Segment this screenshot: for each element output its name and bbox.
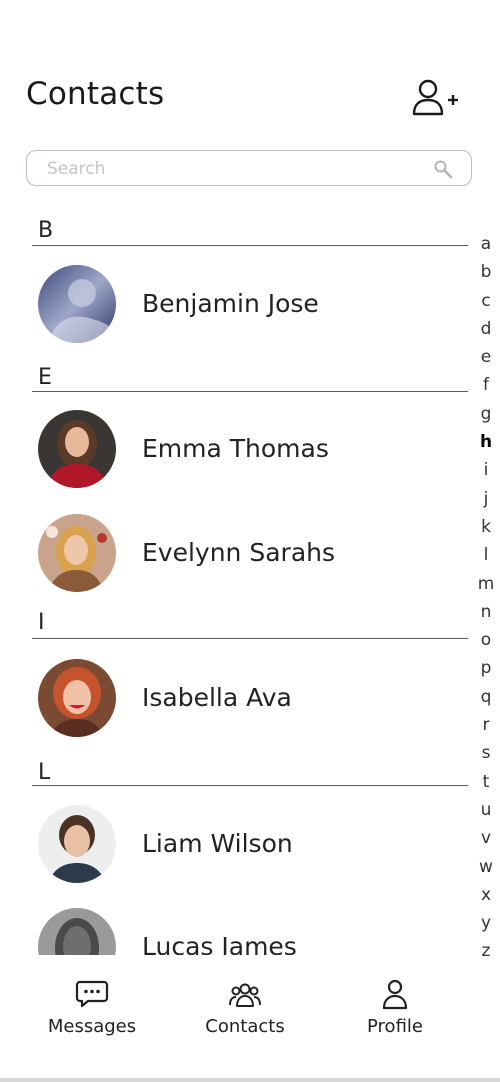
section-header-i: I [38,610,45,635]
index-letter-u[interactable]: u [472,796,500,824]
contact-list: B Benjamin Jose E Emma Thomas Evelynn Sa… [0,200,470,955]
index-letter-s[interactable]: s [472,739,500,767]
contact-row-emma-thomas[interactable]: Emma Thomas [0,410,470,510]
index-letter-o[interactable]: o [472,626,500,654]
alphabet-index: a b c d e f g h i j k l m n o p q r s t … [472,230,500,966]
index-letter-v[interactable]: v [472,824,500,852]
contact-name: Liam Wilson [142,829,293,858]
group-icon [229,983,261,1007]
section-divider [32,638,468,639]
avatar [38,805,116,883]
section-divider [32,245,468,246]
user-icon [382,979,408,1010]
index-letter-r[interactable]: r [472,711,500,739]
contact-name: Lucas James [142,932,297,955]
search-bar [26,150,472,186]
index-letter-w[interactable]: w [472,853,500,881]
nav-label: Profile [367,1016,423,1037]
nav-label: Messages [47,1016,137,1037]
section-divider [32,785,468,786]
index-letter-j[interactable]: j [472,485,500,513]
index-letter-d[interactable]: d [472,315,500,343]
add-contact-button[interactable] [410,78,460,118]
index-letter-h[interactable]: h [472,428,500,456]
contact-row-liam-wilson[interactable]: Liam Wilson [0,805,470,905]
section-header-b: B [38,218,54,243]
index-letter-p[interactable]: p [472,654,500,682]
index-letter-k[interactable]: k [472,513,500,541]
index-letter-f[interactable]: f [472,371,500,399]
index-letter-x[interactable]: x [472,881,500,909]
contact-name: Isabella Ava [142,683,292,712]
index-letter-c[interactable]: c [472,287,500,315]
nav-contacts[interactable]: Contacts [175,978,315,1048]
nav-profile[interactable]: Profile [325,978,465,1048]
index-letter-i[interactable]: i [472,456,500,484]
contact-row-lucas-james[interactable]: Lucas James [0,908,470,955]
index-letter-m[interactable]: m [472,570,500,598]
avatar [38,265,116,343]
contact-row-benjamin-jose[interactable]: Benjamin Jose [0,265,470,365]
contact-name: Emma Thomas [142,434,329,463]
index-letter-l[interactable]: l [472,541,500,569]
contact-name: Benjamin Jose [142,289,319,318]
search-icon[interactable] [433,159,453,179]
index-letter-g[interactable]: g [472,400,500,428]
nav-label: Contacts [205,1016,285,1037]
contact-name: Evelynn Sarahs [142,538,336,567]
avatar [38,410,116,488]
section-divider [32,391,468,392]
avatar [38,514,116,592]
bottom-navigation: Messages Contacts Profile [0,958,500,1082]
chat-icon [75,980,109,1008]
contact-row-isabella-ava[interactable]: Isabella Ava [0,659,470,759]
index-letter-e[interactable]: e [472,343,500,371]
contact-row-evelynn-sarahs[interactable]: Evelynn Sarahs [0,514,470,614]
section-header-l: L [38,760,51,785]
index-letter-y[interactable]: y [472,909,500,937]
index-letter-a[interactable]: a [472,230,500,258]
avatar [38,908,116,955]
index-letter-t[interactable]: t [472,768,500,796]
index-letter-q[interactable]: q [472,683,500,711]
index-letter-n[interactable]: n [472,598,500,626]
search-input[interactable] [45,151,429,186]
nav-messages[interactable]: Messages [22,978,162,1048]
add-user-icon [412,79,458,116]
page-title: Contacts [26,76,165,112]
screen-bottom-edge [0,1078,500,1082]
avatar [38,659,116,737]
index-letter-b[interactable]: b [472,258,500,286]
section-header-e: E [38,365,52,390]
